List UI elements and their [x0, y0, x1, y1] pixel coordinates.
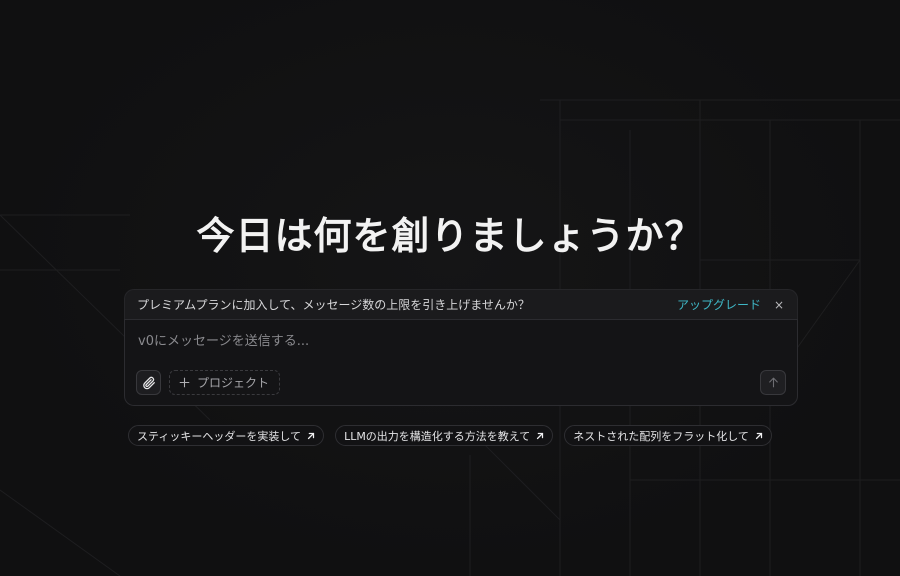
arrow-up-right-icon	[755, 432, 763, 439]
background-grid-decoration	[0, 99, 900, 576]
suggestion-label: ネストされた配列をフラット化して	[573, 429, 749, 443]
upgrade-banner-text: プレミアムプランに加入して、メッセージ数の上限を引き上げませんか？	[137, 298, 530, 312]
page-title: 今日は何を創りましょうか？	[196, 214, 704, 258]
arrow-up-icon	[768, 377, 778, 388]
page: 今日は何を創りましょうか？ プレミアムプランに加入して、メッセージ数の上限を引き…	[0, 0, 900, 576]
suggestion-chip[interactable]: ネストされた配列をフラット化して	[564, 425, 772, 446]
send-button[interactable]	[760, 370, 786, 395]
suggestion-label: スティッキーヘッダーを実装して	[137, 429, 302, 443]
suggestion-label: LLMの出力を構造化する方法を教えて	[344, 429, 531, 443]
paperclip-icon	[142, 376, 155, 389]
suggestion-list: スティッキーヘッダーを実装して LLMの出力を構造化する方法を教えて ネストされ…	[0, 425, 900, 446]
upgrade-link[interactable]: アップグレード	[677, 296, 761, 313]
add-project-label: プロジェクト	[197, 376, 270, 390]
chat-composer: プレミアムプランに加入して、メッセージ数の上限を引き上げませんか？ アップグレー…	[124, 289, 798, 406]
message-input[interactable]	[136, 330, 780, 352]
upgrade-banner: プレミアムプランに加入して、メッセージ数の上限を引き上げませんか？ アップグレー…	[124, 289, 798, 319]
arrow-up-right-icon	[537, 432, 544, 439]
close-icon[interactable]: ×	[773, 298, 785, 312]
suggestion-chip[interactable]: スティッキーヘッダーを実装して	[128, 425, 325, 446]
plus-icon	[179, 377, 190, 388]
add-project-button[interactable]: プロジェクト	[169, 370, 281, 395]
attach-button[interactable]	[136, 370, 161, 395]
message-box: プロジェクト	[124, 319, 798, 406]
arrow-up-right-icon	[307, 432, 315, 439]
suggestion-chip[interactable]: LLMの出力を構造化する方法を教えて	[335, 425, 554, 446]
